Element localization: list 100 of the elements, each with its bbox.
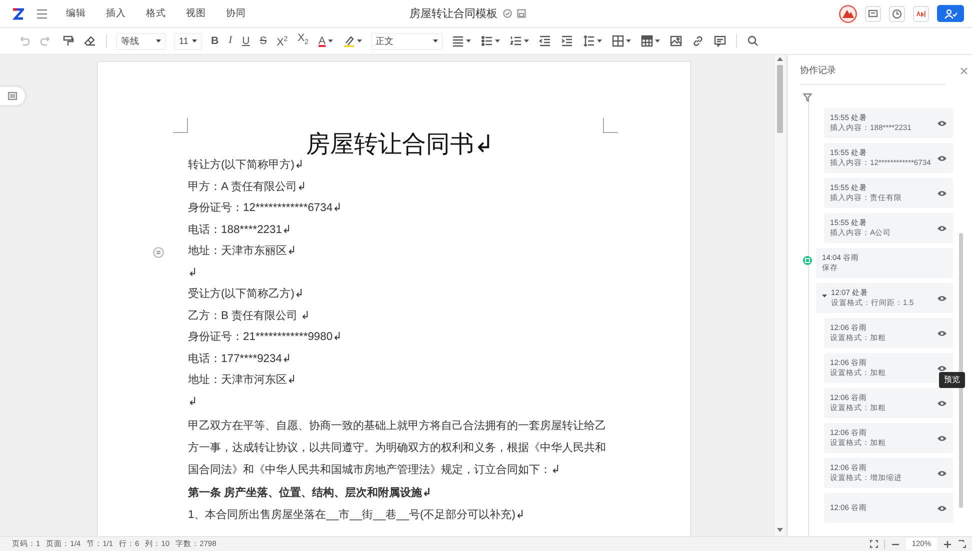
- table-icon: [640, 35, 653, 47]
- border-grid-icon: [612, 35, 624, 47]
- menu-item[interactable]: 视图: [186, 7, 206, 20]
- menu-item[interactable]: 插入: [106, 7, 126, 20]
- italic-button[interactable]: I: [224, 33, 236, 49]
- eye-icon[interactable]: [937, 434, 947, 442]
- document-title: 房屋转让合同模板: [410, 6, 498, 21]
- menu-item[interactable]: 格式: [146, 7, 166, 20]
- numbered-list-icon: [510, 35, 522, 47]
- indent-icon: [560, 35, 573, 47]
- document-text: ↲: [188, 396, 198, 408]
- caret-icon: [432, 39, 438, 43]
- document-text: 甲乙双方在平等、自愿、协商一致的基础上就甲方将自己合法拥有的一套房屋转让给乙方一事，达成转让协议，以共同遵守。为明确双方的权利和义务，根据《中华人民共和国合同法》和《中华人民共和国城市房地产管理法》规定，订立合同如下：↲: [188, 420, 606, 476]
- paint-roller-icon: [62, 35, 74, 47]
- caret-icon: [156, 39, 161, 43]
- caret-icon: [654, 39, 660, 43]
- save-icon[interactable]: [516, 9, 526, 18]
- eye-icon[interactable]: [937, 190, 947, 196]
- caret-icon: [626, 39, 631, 43]
- avatar-icon[interactable]: [839, 4, 857, 22]
- document-text: 转让方(以下简称甲方)↲: [188, 159, 304, 171]
- document-text: ↲: [188, 266, 198, 278]
- script-button[interactable]: X$^{2}$: [272, 32, 292, 50]
- document-text: 身份证号：21************9980↲: [188, 331, 342, 343]
- scrollbar-thumb[interactable]: [959, 233, 963, 508]
- link-icon: [692, 35, 704, 47]
- history-button[interactable]: [889, 6, 905, 22]
- redo-icon: [40, 35, 52, 47]
- eye-icon[interactable]: [937, 224, 947, 232]
- line-spacing-icon: [582, 35, 595, 47]
- image-icon: [670, 35, 682, 47]
- close-icon[interactable]: [960, 66, 968, 74]
- panel-title: 协作记录: [800, 64, 836, 77]
- fullscreen-icon[interactable]: [870, 540, 878, 548]
- menu-icon[interactable]: [36, 8, 48, 18]
- history-icon: [892, 8, 902, 18]
- track-changes-icon: [916, 8, 926, 18]
- font-color-button[interactable]: A: [314, 33, 337, 49]
- document-text: 乙方：B 责任有限公司 ↲: [188, 310, 310, 322]
- fit-page-icon[interactable]: [958, 540, 966, 548]
- outline-button[interactable]: [0, 87, 25, 105]
- caret-icon: [494, 39, 500, 43]
- caret-icon[interactable]: [822, 294, 827, 298]
- section-heading: 第一条 房产坐落、位置、结构、层次和附属设施↲: [188, 487, 432, 499]
- caret-icon: [524, 39, 529, 43]
- eraser-icon: [84, 35, 96, 47]
- document-text: 甲方：A 责任有限公司↲: [188, 180, 306, 192]
- font-dropdown[interactable]: 等线: [116, 32, 166, 50]
- logo-icon: [12, 8, 24, 20]
- zoom-in-icon[interactable]: [943, 540, 952, 548]
- comment-icon: [868, 8, 878, 18]
- comment-button[interactable]: [865, 6, 881, 22]
- highlighter-icon: [342, 35, 355, 47]
- caret-icon: [192, 39, 197, 43]
- scrollbar-thumb[interactable]: [777, 65, 783, 133]
- script-button[interactable]: X$_{2}$: [294, 30, 313, 52]
- outdent-icon: [538, 35, 551, 47]
- caret-icon: [596, 39, 602, 43]
- document-text: 地址：天津市东丽区↲: [188, 245, 296, 257]
- bullet-list-icon: [480, 35, 493, 47]
- scroll-down-icon[interactable]: [777, 528, 783, 532]
- size-dropdown[interactable]: 11: [174, 32, 202, 50]
- document-text: 身份证号：12************6734↲: [188, 202, 342, 214]
- undo-icon: [18, 35, 30, 47]
- menu-item[interactable]: 协同: [226, 7, 246, 20]
- share-button[interactable]: [937, 5, 964, 22]
- users-icon: [944, 8, 958, 18]
- document-text: 1、本合同所出售房屋坐落在__市__街__巷__号(不足部分可以补充)↲: [188, 508, 525, 520]
- style-dropdown[interactable]: 正文: [370, 32, 443, 50]
- search-icon: [746, 35, 759, 47]
- caret-icon: [466, 39, 471, 43]
- document-text: 受让方(以下简称乙方)↲: [188, 288, 304, 300]
- caret-icon: [328, 39, 333, 43]
- document-text: 电话：177****9234↲: [188, 352, 292, 364]
- strike-button[interactable]: S: [256, 33, 271, 49]
- track-changes-button[interactable]: [913, 6, 929, 22]
- comment-icon: [714, 35, 726, 47]
- caret-icon: [356, 39, 362, 43]
- document-icon: [805, 258, 810, 263]
- eye-icon[interactable]: [937, 400, 947, 406]
- eye-icon[interactable]: [937, 120, 947, 126]
- bold-button[interactable]: B: [207, 33, 223, 49]
- paragraph-handle-icon[interactable]: [153, 247, 164, 258]
- document-text: 电话：188****2231↲: [188, 224, 292, 236]
- eye-icon[interactable]: [937, 294, 947, 302]
- filter-icon[interactable]: [803, 93, 812, 102]
- menu-item[interactable]: 编辑: [66, 7, 86, 20]
- eye-icon[interactable]: [937, 330, 947, 336]
- check-circle-icon: [502, 9, 512, 18]
- eye-icon[interactable]: [937, 364, 947, 372]
- eye-icon[interactable]: [937, 504, 947, 512]
- tooltip: 预览: [939, 372, 965, 388]
- list-icon: [8, 92, 17, 100]
- align-icon: [452, 35, 464, 47]
- scroll-up-icon[interactable]: [777, 57, 783, 61]
- eye-icon[interactable]: [937, 470, 947, 476]
- document-heading: 房屋转让合同书↲: [306, 131, 494, 158]
- document-text: 地址：天津市河东区↲: [188, 374, 296, 386]
- underline-button[interactable]: U: [238, 33, 254, 49]
- eye-icon[interactable]: [937, 154, 947, 162]
